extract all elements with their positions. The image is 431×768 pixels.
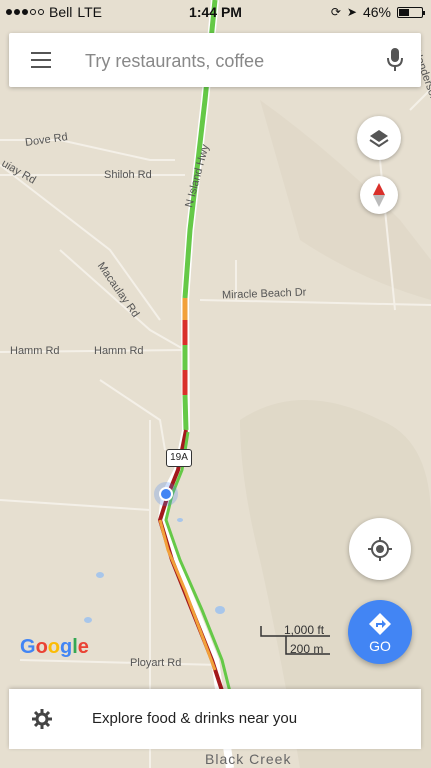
explore-text: Explore food & drinks near you xyxy=(92,710,298,727)
microphone-icon[interactable] xyxy=(385,47,405,73)
rotation-lock-icon: ⟳ xyxy=(330,5,341,19)
directions-go-button[interactable]: GO xyxy=(348,600,412,664)
battery-icon xyxy=(397,6,425,18)
layers-icon xyxy=(369,130,389,148)
explore-bar[interactable]: Explore food & drinks near you xyxy=(9,689,421,749)
search-bar xyxy=(9,33,421,87)
road-label-ployart: Ployart Rd xyxy=(130,657,182,669)
directions-icon xyxy=(369,613,391,635)
explore-icon xyxy=(32,709,52,729)
compass-button[interactable] xyxy=(360,176,398,214)
layers-button[interactable] xyxy=(357,116,401,160)
road-label-hamm-left: Hamm Rd xyxy=(10,345,60,357)
road-label-hamm-right: Hamm Rd xyxy=(94,345,144,357)
scale-imperial: 1,000 ft xyxy=(284,623,325,637)
compass-icon xyxy=(373,183,385,207)
map-scale: 1,000 ft 200 m xyxy=(260,622,340,662)
my-location-button[interactable] xyxy=(349,518,411,580)
highway-shield: 19A xyxy=(166,449,192,467)
google-logo: Google xyxy=(20,636,89,658)
scale-metric: 200 m xyxy=(290,642,324,656)
search-input[interactable] xyxy=(83,43,367,79)
status-bar: Bell LTE 1:44 PM ⟳ ➤ 46% xyxy=(0,0,431,24)
current-location-dot[interactable] xyxy=(154,482,178,506)
location-arrow-icon: ➤ xyxy=(346,5,357,19)
road-label-black-creek: Black Creek xyxy=(205,751,292,767)
road-label-shiloh: Shiloh Rd xyxy=(104,169,152,181)
go-label: GO xyxy=(369,638,391,654)
hamburger-menu-icon[interactable] xyxy=(31,52,51,68)
my-location-icon xyxy=(368,537,392,561)
battery-percent: 46% xyxy=(362,4,391,20)
